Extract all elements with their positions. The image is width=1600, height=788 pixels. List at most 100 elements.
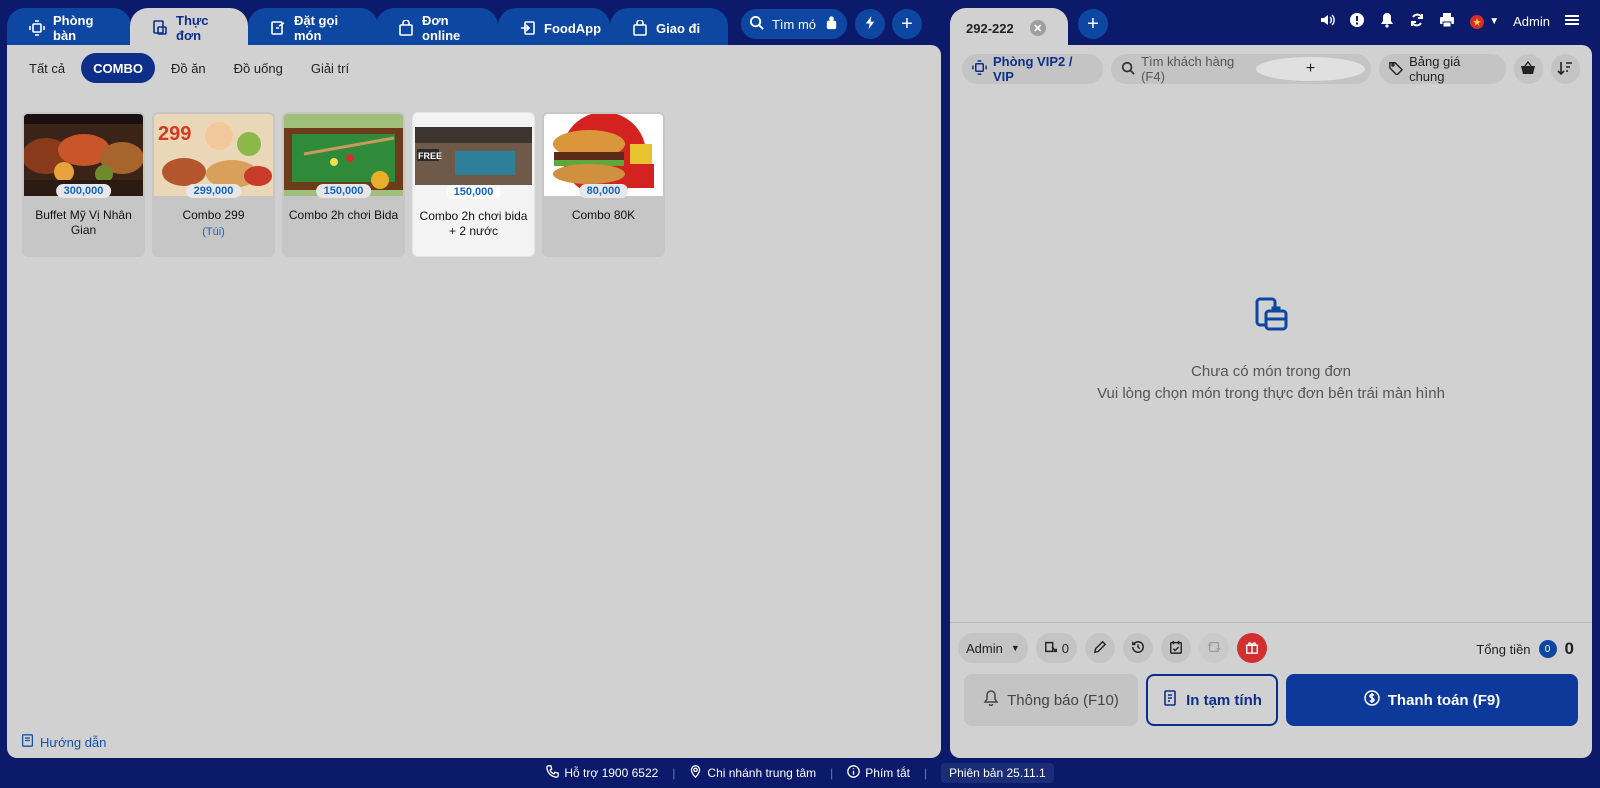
total-summary: Tổng tiền 0 0	[1476, 639, 1574, 659]
order-panel: Phòng VIP2 / VIP Tìm khách hàng (F4) + B…	[950, 45, 1592, 758]
product-card[interactable]: 80,000 Combo 80K	[542, 112, 665, 257]
customer-search-input[interactable]: Tìm khách hàng (F4) +	[1111, 54, 1372, 84]
status-footer: Hỗ trợ 1900 6522 | Chi nhánh trung tâm |…	[0, 758, 1600, 788]
main-tab-bar: Phòng bàn Thực đơn Đặt gọi món Đơn onlin…	[0, 0, 950, 48]
category-giai-tri[interactable]: Giải trí	[299, 53, 361, 83]
basket-button[interactable]	[1513, 54, 1543, 84]
search-icon	[1121, 61, 1135, 78]
guest-count: 0	[1061, 640, 1070, 656]
add-customer-button[interactable]: +	[1256, 57, 1366, 81]
calendar-check-icon	[1169, 640, 1183, 657]
product-card[interactable]: 300,000 Buffet Mỹ Vị Nhân Gian	[22, 112, 145, 257]
category-tat-ca[interactable]: Tất cả	[17, 53, 77, 83]
search-dish-button[interactable]: Tìm mó	[741, 9, 847, 39]
volume-icon[interactable]	[1319, 12, 1336, 31]
product-name: Buffet Mỹ Vị Nhân Gian	[35, 208, 132, 237]
basket-icon	[1520, 60, 1536, 79]
product-price: 300,000	[55, 184, 112, 198]
tab-giao-di[interactable]: Giao đi	[610, 8, 728, 48]
guest-icon	[1044, 640, 1058, 657]
bag-icon	[398, 20, 414, 36]
product-card[interactable]: 299 299,000 Combo 299 (Túi)	[152, 112, 275, 257]
bag-icon	[632, 20, 648, 36]
support-label: Hỗ trợ 1900 6522	[564, 766, 659, 780]
shortcuts-link[interactable]: Phím tắt	[847, 765, 910, 781]
history-icon	[1131, 640, 1145, 657]
menu-icon	[152, 20, 168, 36]
guest-count-button[interactable]: 0	[1035, 633, 1078, 663]
branch-link[interactable]: Chi nhánh trung tâm	[689, 765, 816, 781]
pay-button[interactable]: Thanh toán (F9)	[1286, 674, 1578, 726]
category-do-uong[interactable]: Đồ uống	[222, 53, 295, 83]
total-value: 0	[1564, 639, 1574, 658]
product-price: 150,000	[315, 184, 372, 198]
price-list-selector[interactable]: Bảng giá chung	[1379, 54, 1506, 84]
tab-label: Giao đi	[656, 20, 701, 36]
sort-button[interactable]	[1550, 54, 1580, 84]
product-price: 299,000	[185, 184, 242, 198]
gift-button[interactable]	[1237, 633, 1268, 663]
transfer-button[interactable]	[1199, 633, 1230, 663]
product-name: Combo 80K	[571, 208, 636, 222]
language-flag-icon[interactable]: ▼	[1469, 14, 1499, 30]
gift-icon	[1245, 640, 1259, 657]
close-icon[interactable]: ✕	[1029, 20, 1046, 36]
add-order-button[interactable]: +	[1078, 9, 1108, 39]
quick-action-button[interactable]	[855, 9, 885, 39]
tab-label: Đặt gọi món	[294, 13, 339, 43]
order-icon	[270, 20, 286, 36]
bell-icon[interactable]	[1379, 12, 1395, 31]
book-icon	[21, 734, 34, 750]
table-icon	[972, 60, 987, 78]
top-toolbar: ▼ Admin	[1319, 12, 1580, 31]
category-do-an[interactable]: Đồ ăn	[159, 53, 218, 83]
price-list-label: Bảng giá chung	[1409, 54, 1461, 84]
notify-button[interactable]: Thông báo (F10)	[964, 674, 1138, 726]
notify-label: Thông báo (F10)	[1007, 691, 1119, 709]
total-item-count: 0	[1538, 640, 1557, 658]
tab-label: Phòng bàn	[53, 13, 94, 43]
empty-order-icon	[1251, 295, 1291, 335]
tab-foodapp[interactable]: FoodApp	[498, 8, 610, 48]
add-tab-button[interactable]: +	[892, 9, 922, 39]
product-card[interactable]: 150,000 Combo 2h chơi Bida	[282, 112, 405, 257]
dollar-icon	[1364, 690, 1380, 710]
guide-label: Hướng dẫn	[40, 734, 107, 750]
category-combo[interactable]: COMBO	[81, 53, 155, 83]
pencil-icon	[1093, 640, 1107, 657]
product-price: 80,000	[578, 184, 629, 198]
order-tab[interactable]: 292-222 ✕	[950, 8, 1068, 48]
order-actions: Thông báo (F10) In tạm tính Thanh toán (…	[964, 674, 1578, 726]
product-card[interactable]: FREE 150,000 Combo 2h chơi bida + 2 nước	[412, 112, 535, 257]
empty-order-hint: Vui lòng chọn món trong thực đơn bên trá…	[1097, 385, 1445, 402]
room-selector[interactable]: Phòng VIP2 / VIP	[962, 54, 1104, 84]
tab-don-online[interactable]: Đơn online	[376, 8, 498, 48]
shortcuts-label: Phím tắt	[865, 766, 910, 780]
empty-order-state: Chưa có món trong đơn Vui lòng chọn món …	[950, 295, 1592, 405]
tab-dat-goi-mon[interactable]: Đặt gọi món	[248, 8, 378, 48]
tab-phong-ban[interactable]: Phòng bàn	[7, 8, 131, 48]
svg-text:299: 299	[158, 123, 191, 145]
info-icon[interactable]	[1349, 12, 1365, 31]
guide-link[interactable]: Hướng dẫn	[21, 734, 106, 750]
divider	[950, 622, 1592, 623]
tab-thuc-don[interactable]: Thực đơn	[130, 8, 248, 48]
order-tools: Admin ▼ 0	[958, 633, 1268, 663]
user-name[interactable]: Admin	[1513, 14, 1550, 29]
hamburger-icon[interactable]	[1564, 12, 1580, 31]
staff-selector[interactable]: Admin ▼	[958, 633, 1028, 663]
calendar-button[interactable]	[1161, 633, 1192, 663]
tab-label: Thực đơn	[176, 13, 209, 43]
tab-label: FoodApp	[544, 20, 602, 36]
history-button[interactable]	[1123, 633, 1154, 663]
edit-button[interactable]	[1085, 633, 1116, 663]
pay-label: Thanh toán (F9)	[1387, 691, 1501, 709]
printer-icon[interactable]	[1439, 12, 1455, 31]
order-tab-bar: 292-222 ✕ + ▼ Admin	[950, 0, 1600, 48]
lightning-icon	[863, 15, 878, 33]
branch-label: Chi nhánh trung tâm	[707, 766, 817, 780]
sync-icon[interactable]	[1409, 12, 1425, 31]
support-link[interactable]: Hỗ trợ 1900 6522	[546, 765, 658, 781]
print-draft-button[interactable]: In tạm tính	[1146, 674, 1278, 726]
separator: |	[672, 766, 676, 780]
